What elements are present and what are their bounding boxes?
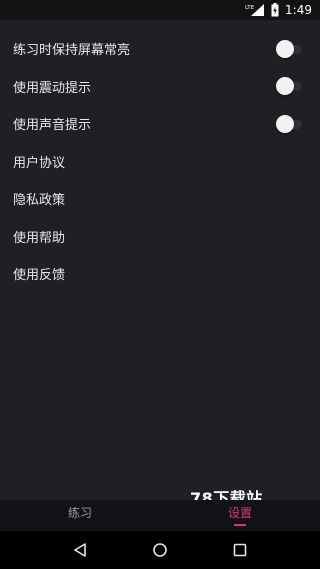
setting-label: 使用声音提示 — [13, 118, 92, 134]
lte-signal-icon: LTE — [245, 3, 265, 17]
setting-sound[interactable]: 使用声音提示 — [0, 105, 320, 143]
sound-toggle[interactable] — [276, 114, 302, 133]
system-nav-bar — [0, 531, 320, 569]
keep-screen-on-toggle[interactable] — [276, 39, 302, 58]
status-bar: LTE 1:49 — [0, 0, 320, 20]
setting-feedback[interactable]: 使用反馈 — [0, 255, 320, 293]
recents-icon[interactable] — [225, 535, 255, 565]
tab-label: 练习 — [67, 506, 92, 520]
setting-user-agreement[interactable]: 用户协议 — [0, 143, 320, 181]
settings-list: 练习时保持屏幕常亮 使用震动提示 使用声音提示 用户协议 隐私政策 使用帮助 使… — [0, 30, 320, 293]
setting-label: 使用帮助 — [13, 230, 66, 246]
svg-text:LTE: LTE — [245, 5, 255, 11]
setting-label: 练习时保持屏幕常亮 — [13, 43, 131, 59]
vibration-toggle[interactable] — [276, 77, 302, 96]
setting-help[interactable]: 使用帮助 — [0, 218, 320, 256]
status-time: 1:49 — [285, 3, 312, 17]
tab-practice[interactable]: 练习 — [0, 500, 160, 531]
tab-settings[interactable]: 设置 — [160, 500, 320, 531]
setting-keep-screen-on[interactable]: 练习时保持屏幕常亮 — [0, 30, 320, 68]
tab-label: 设置 — [227, 506, 252, 520]
setting-label: 使用反馈 — [13, 268, 66, 284]
active-tab-indicator — [234, 524, 246, 526]
setting-vibration[interactable]: 使用震动提示 — [0, 68, 320, 106]
back-icon[interactable] — [65, 535, 95, 565]
bottom-tab-bar: 练习 设置 — [0, 500, 320, 531]
setting-label: 使用震动提示 — [13, 80, 92, 96]
setting-label: 隐私政策 — [13, 193, 66, 209]
battery-icon — [271, 3, 279, 17]
home-icon[interactable] — [145, 535, 175, 565]
setting-privacy-policy[interactable]: 隐私政策 — [0, 180, 320, 218]
setting-label: 用户协议 — [13, 155, 66, 171]
